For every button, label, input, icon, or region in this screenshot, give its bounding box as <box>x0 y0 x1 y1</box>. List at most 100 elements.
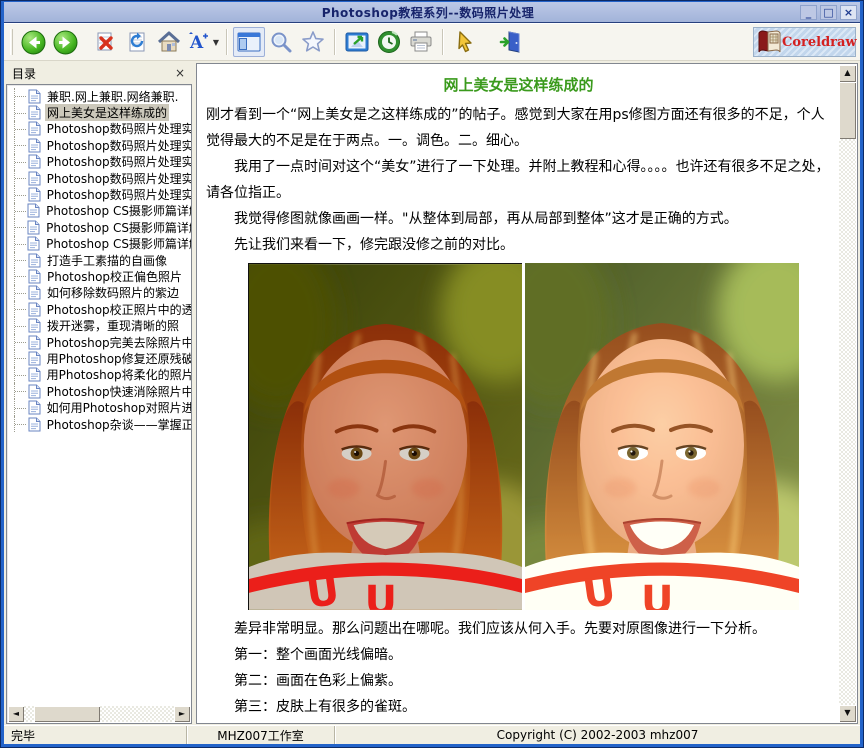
document-icon <box>28 302 41 317</box>
document-icon <box>28 154 41 169</box>
minimize-button[interactable]: _ <box>800 5 817 20</box>
toc-item-label: Photoshop快速消除照片中 <box>45 383 191 400</box>
toc-tree-item[interactable]: Photoshop快速消除照片中 <box>10 383 191 399</box>
article-paragraph: 差异非常明显。那么问题出在哪呢。我们应该从何入手。先要对原图像进行一下分析。 <box>206 616 831 642</box>
article-paragraph: 第四：右下角偏亮。 <box>206 720 831 724</box>
toc-tree-item[interactable]: 用Photoshop修复还原残破 <box>10 350 191 366</box>
tree-connector <box>14 121 27 137</box>
toc-tree-item[interactable]: Photoshop数码照片处理实 <box>10 186 191 202</box>
toc-sidebar: 目录 × 兼职.网上兼职.网络兼职. 网上美女是这样练成的 Photoshop数… <box>6 63 192 724</box>
favorites-button[interactable] <box>297 26 329 58</box>
tree-connector <box>14 383 27 399</box>
article-paragraph: 刚才看到一个“网上美女是之这样练成的”的帖子。感觉到大家在用ps修图方面还有很多… <box>206 102 831 154</box>
toc-item-label: Photoshop杂谈——掌握正 <box>45 416 191 433</box>
toc-item-label: Photoshop完美去除照片中 <box>45 334 191 351</box>
toc-item-label: Photoshop数码照片处理实 <box>45 153 191 170</box>
scroll-up-icon[interactable]: ▲ <box>839 65 856 82</box>
document-icon <box>28 335 41 350</box>
toc-horizontal-scrollbar[interactable]: ◄ ► <box>8 706 190 722</box>
toc-tree-item[interactable]: Photoshop数码照片处理实 <box>10 137 191 153</box>
cursor-icon <box>454 30 476 54</box>
toc-tree-item[interactable]: Photoshop数码照片处理实 <box>10 154 191 170</box>
coreldraw-logo: Coreldraw <box>753 27 856 57</box>
comparison-photos: U U <box>248 263 831 610</box>
refresh-button[interactable] <box>121 26 153 58</box>
forward-icon <box>53 30 78 55</box>
document-icon <box>28 89 41 104</box>
article-paragraph: 我觉得修图就像画画一样。"从整体到局部，再从局部到整体”这才是正确的方式。 <box>206 206 831 232</box>
toc-close-icon[interactable]: × <box>172 66 188 81</box>
toc-tree-item[interactable]: Photoshop校正照片中的透 <box>10 301 191 317</box>
stop-button[interactable] <box>89 26 121 58</box>
titlebar: Photoshop教程系列--数码照片处理 _ □ × <box>4 2 860 23</box>
toc-tree-item[interactable]: 打造手工素描的自画像 <box>10 252 191 268</box>
forward-button[interactable] <box>49 26 81 58</box>
toc-tree-item[interactable]: Photoshop CS摄影师篇详解 <box>10 219 191 235</box>
toc-tree-item[interactable]: 拨开迷雾，重现清晰的照 <box>10 317 191 333</box>
document-icon <box>28 171 41 186</box>
document-icon <box>27 203 40 218</box>
toc-tree-item[interactable]: Photoshop CS摄影师篇详解 <box>10 203 191 219</box>
scroll-down-icon[interactable]: ▼ <box>839 705 856 722</box>
toc-tree-item[interactable]: 用Photoshop将柔化的照片 <box>10 367 191 383</box>
document-icon <box>28 253 41 268</box>
toolbar-separator <box>442 29 444 55</box>
tree-connector <box>14 88 27 104</box>
scroll-left-icon[interactable]: ◄ <box>8 706 24 722</box>
maximize-button[interactable]: □ <box>820 5 837 20</box>
toc-tree-item[interactable]: 网上美女是这样练成的 <box>10 104 191 120</box>
toc-tree-item[interactable]: Photoshop数码照片处理实 <box>10 170 191 186</box>
toc-tree-item[interactable]: Photoshop数码照片处理实 <box>10 121 191 137</box>
main-area: 目录 × 兼职.网上兼职.网络兼职. 网上美女是这样练成的 Photoshop数… <box>4 61 860 725</box>
content-vertical-scrollbar[interactable]: ▲ ▼ <box>839 65 856 722</box>
history-button[interactable] <box>373 26 405 58</box>
exit-icon <box>499 30 523 54</box>
tree-connector <box>14 104 27 120</box>
toc-header: 目录 × <box>6 63 192 84</box>
document-icon <box>28 400 41 415</box>
toc-tree-item[interactable]: 如何用Photoshop对照片进 <box>10 399 191 415</box>
home-button[interactable] <box>153 26 185 58</box>
document-icon <box>28 285 41 300</box>
toc-tree-item[interactable]: Photoshop校正偏色照片 <box>10 268 191 284</box>
toc-tree-item[interactable]: 兼职.网上兼职.网络兼职. <box>10 88 191 104</box>
search-button[interactable] <box>265 26 297 58</box>
panels-toggle-button[interactable] <box>233 27 265 57</box>
back-button[interactable] <box>17 26 49 58</box>
toc-item-label: Photoshop校正偏色照片 <box>45 268 184 285</box>
article-paragraphs-top: 刚才看到一个“网上美女是之这样练成的”的帖子。感觉到大家在用ps修图方面还有很多… <box>206 102 831 258</box>
status-studio: MHZ007工作室 <box>186 726 334 744</box>
document-icon <box>28 351 41 366</box>
toc-item-label: Photoshop数码照片处理实 <box>45 137 191 154</box>
search-icon <box>269 30 293 54</box>
tree-connector <box>14 317 27 333</box>
scroll-right-icon[interactable]: ► <box>174 706 190 722</box>
toc-item-label: Photoshop CS摄影师篇详解 <box>44 219 191 236</box>
photo-after <box>525 263 799 610</box>
print-button[interactable] <box>405 26 437 58</box>
toc-item-label: 用Photoshop修复还原残破 <box>45 350 191 367</box>
font-size-dropdown[interactable]: ▼ <box>211 38 221 47</box>
document-icon <box>28 121 41 136</box>
toolbar-grip <box>10 29 13 55</box>
toc-tree-item[interactable]: Photoshop杂谈——掌握正 <box>10 416 191 432</box>
document-icon <box>28 318 41 333</box>
toc-item-label: Photoshop CS摄影师篇详解 <box>44 235 191 252</box>
cursor-tool-button[interactable] <box>449 26 481 58</box>
close-button[interactable]: × <box>840 5 857 20</box>
document-icon <box>27 220 40 235</box>
exit-button[interactable] <box>495 26 527 58</box>
font-size-button[interactable]: A <box>185 26 211 58</box>
print-icon <box>409 31 433 53</box>
toc-tree-item[interactable]: 如何移除数码照片的紫边 <box>10 285 191 301</box>
document-icon <box>28 105 41 120</box>
scroll-thumb-horizontal[interactable] <box>34 706 100 722</box>
toc-tree-item[interactable]: Photoshop完美去除照片中 <box>10 334 191 350</box>
scroll-thumb-vertical[interactable] <box>839 82 856 139</box>
toc-tree: 兼职.网上兼职.网络兼职. 网上美女是这样练成的 Photoshop数码照片处理… <box>6 84 192 724</box>
toc-tree-item[interactable]: Photoshop CS摄影师篇详解 <box>10 236 191 252</box>
status-copyright: Copyright (C) 2002-2003 mhz007 <box>334 726 860 744</box>
book-icon <box>756 29 782 55</box>
image-export-button[interactable] <box>341 26 373 58</box>
refresh-icon <box>126 31 148 53</box>
